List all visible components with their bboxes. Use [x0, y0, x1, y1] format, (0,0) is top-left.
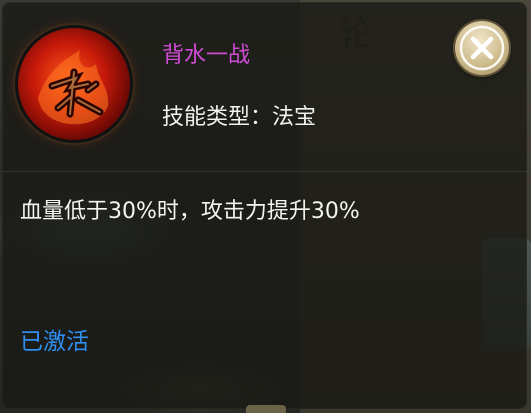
- game-screen: 轮 背水一战 技能类型：法宝 血量低于30%时，攻击力提升30% 已激活: [0, 0, 531, 413]
- divider: [2, 171, 527, 172]
- skill-description: 血量低于30%时，攻击力提升30%: [20, 199, 360, 224]
- close-button[interactable]: [455, 21, 509, 75]
- activation-status: 已激活: [20, 329, 89, 355]
- flame-rune-icon: [18, 28, 130, 140]
- close-icon: [459, 25, 505, 71]
- skill-type: 技能类型：法宝: [162, 105, 317, 130]
- skill-name: 背水一战: [162, 43, 251, 68]
- panel-handle: [246, 405, 286, 413]
